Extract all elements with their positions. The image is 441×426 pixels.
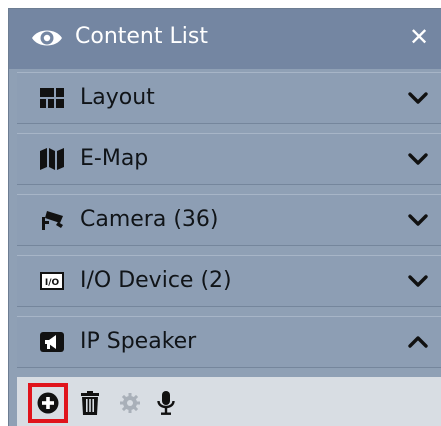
- map-icon: [40, 148, 64, 170]
- speaker-toolbar: [17, 377, 441, 426]
- chevron-down-icon[interactable]: [407, 88, 429, 108]
- svg-text:I/O: I/O: [45, 278, 60, 288]
- close-icon[interactable]: ✕: [405, 23, 433, 51]
- section-emap[interactable]: E-Map: [17, 133, 441, 185]
- chevron-down-icon[interactable]: [407, 149, 429, 169]
- io-device-icon: I/O: [40, 272, 64, 290]
- section-layout[interactable]: Layout: [17, 72, 441, 124]
- panel-title: Content List: [75, 24, 208, 49]
- megaphone-icon: [40, 332, 64, 352]
- eye-icon: [32, 30, 62, 46]
- section-ip-speaker[interactable]: IP Speaker: [17, 316, 441, 368]
- section-label: IP Speaker: [80, 329, 197, 354]
- gear-icon[interactable]: [118, 390, 142, 416]
- section-label: I/O Device (2): [80, 268, 232, 293]
- chevron-down-icon[interactable]: [407, 271, 429, 291]
- section-label: Camera (36): [80, 207, 219, 232]
- trash-icon[interactable]: [78, 390, 102, 416]
- section-label: E-Map: [80, 146, 149, 171]
- section-io-device[interactable]: I/O I/O Device (2): [17, 255, 441, 307]
- section-label: Layout: [80, 85, 155, 110]
- chevron-down-icon[interactable]: [407, 210, 429, 230]
- chevron-up-icon[interactable]: [407, 332, 429, 352]
- layout-grid-icon: [40, 88, 64, 108]
- microphone-icon[interactable]: [154, 390, 178, 416]
- content-list-panel: Content List ✕ Layout E-Map Camera (36) …: [8, 8, 441, 426]
- camera-icon: [42, 211, 63, 230]
- section-camera[interactable]: Camera (36): [17, 194, 441, 246]
- panel-titlebar: Content List ✕: [9, 9, 441, 69]
- plus-circle-icon[interactable]: [36, 390, 60, 416]
